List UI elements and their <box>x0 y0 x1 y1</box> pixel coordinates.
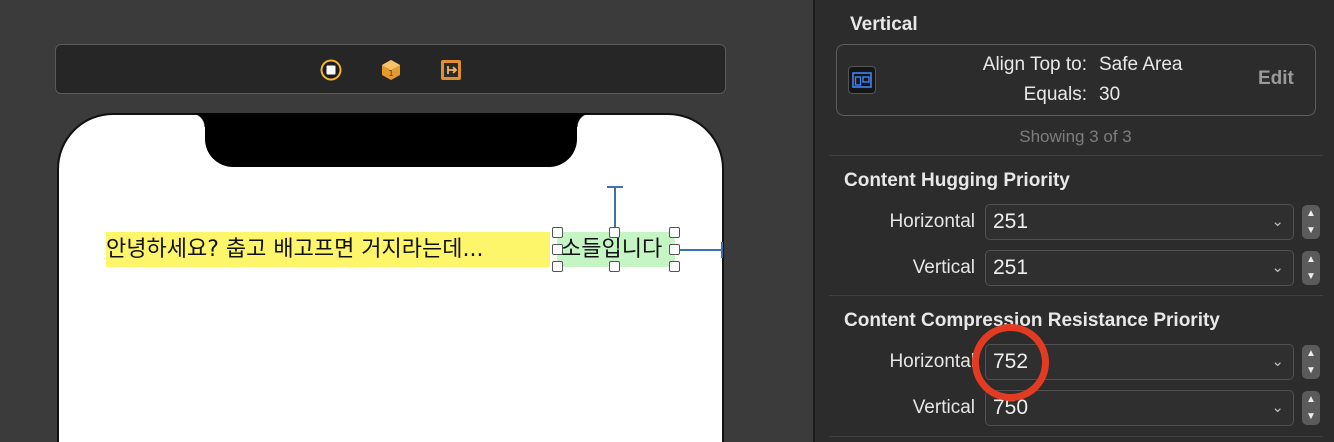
stepper-up-icon[interactable]: ▲ <box>1302 391 1320 408</box>
view-controller-icon[interactable] <box>319 58 343 82</box>
stepper-down-icon[interactable]: ▼ <box>1302 362 1320 379</box>
chevron-down-icon: ⌄ <box>1271 353 1284 370</box>
stepper-down-icon[interactable]: ▼ <box>1302 408 1320 425</box>
compression-vertical-label: Vertical <box>912 397 975 418</box>
hugging-horizontal-label: Horizontal <box>889 211 975 232</box>
resize-handle-top[interactable] <box>609 227 620 238</box>
trailing-constraint-cap <box>721 242 723 258</box>
hugging-horizontal-field[interactable]: 251 ⌄ <box>985 204 1294 240</box>
resize-handle-top-left[interactable] <box>552 227 563 238</box>
equals-key: Equals: <box>1023 84 1087 105</box>
trailing-constraint-line[interactable] <box>675 249 723 251</box>
greeting-label[interactable]: 안녕하세요? 춥고 배고프면 거지라는데... <box>106 232 550 267</box>
resize-handle-top-right[interactable] <box>669 227 680 238</box>
hugging-vertical-field[interactable]: 251 ⌄ <box>985 250 1294 286</box>
constraint-row-1: Align Top to: Safe Area <box>837 54 1317 78</box>
resize-handle-bottom-left[interactable] <box>552 261 563 272</box>
top-constraint-line[interactable] <box>614 187 616 232</box>
hugging-vertical-stepper[interactable]: ▲ ▼ <box>1302 251 1320 285</box>
annotation-circle <box>972 324 1049 401</box>
chevron-down-icon: ⌄ <box>1271 399 1284 416</box>
exit-icon[interactable] <box>439 58 463 82</box>
size-inspector: Vertical Align Top to: Safe Area Equals:… <box>813 0 1334 442</box>
resize-handle-right[interactable] <box>669 244 680 255</box>
hugging-horizontal-stepper[interactable]: ▲ ▼ <box>1302 205 1320 239</box>
chevron-down-icon: ⌄ <box>1271 259 1284 276</box>
hugging-horizontal-value: 251 <box>993 210 1029 233</box>
stepper-up-icon[interactable]: ▲ <box>1302 205 1320 222</box>
stepper-up-icon[interactable]: ▲ <box>1302 251 1320 268</box>
compression-section-title: Content Compression Resistance Priority <box>844 310 1220 331</box>
svg-text:1: 1 <box>388 69 393 78</box>
stepper-down-icon[interactable]: ▼ <box>1302 222 1320 239</box>
compression-vertical-field[interactable]: 750 ⌄ <box>985 390 1294 426</box>
vertical-section-title: Vertical <box>850 14 918 35</box>
divider <box>829 295 1323 296</box>
first-responder-icon[interactable]: 1 <box>379 58 403 82</box>
constraint-card[interactable]: Align Top to: Safe Area Equals: 30 Edit <box>836 44 1316 116</box>
scene-dock: 1 <box>55 44 726 94</box>
device-notch <box>191 113 591 167</box>
hugging-vertical-label: Vertical <box>912 257 975 278</box>
resize-handle-bottom-right[interactable] <box>669 261 680 272</box>
constraint-row-2: Equals: 30 <box>837 84 1317 108</box>
storyboard-canvas[interactable]: 1 안녕하세요? 춥고 배고프면 거지라는데... 소들입니다 <box>0 0 813 442</box>
edit-button[interactable]: Edit <box>1258 68 1294 90</box>
hugging-vertical-value: 251 <box>993 256 1029 279</box>
chevron-down-icon: ⌄ <box>1271 213 1284 230</box>
equals-value: 30 <box>1099 84 1121 105</box>
compression-vertical-stepper[interactable]: ▲ ▼ <box>1302 391 1320 425</box>
compression-horizontal-label: Horizontal <box>889 351 975 372</box>
stepper-up-icon[interactable]: ▲ <box>1302 345 1320 362</box>
align-top-value: Safe Area <box>1099 54 1183 75</box>
hugging-section-title: Content Hugging Priority <box>844 170 1070 191</box>
stepper-down-icon[interactable]: ▼ <box>1302 268 1320 285</box>
align-top-key: Align Top to: <box>982 54 1087 75</box>
divider <box>829 436 1323 437</box>
divider <box>829 155 1323 156</box>
compression-horizontal-stepper[interactable]: ▲ ▼ <box>1302 345 1320 379</box>
resize-handle-left[interactable] <box>552 244 563 255</box>
resize-handle-bottom[interactable] <box>609 261 620 272</box>
showing-count: Showing 3 of 3 <box>1019 127 1132 146</box>
